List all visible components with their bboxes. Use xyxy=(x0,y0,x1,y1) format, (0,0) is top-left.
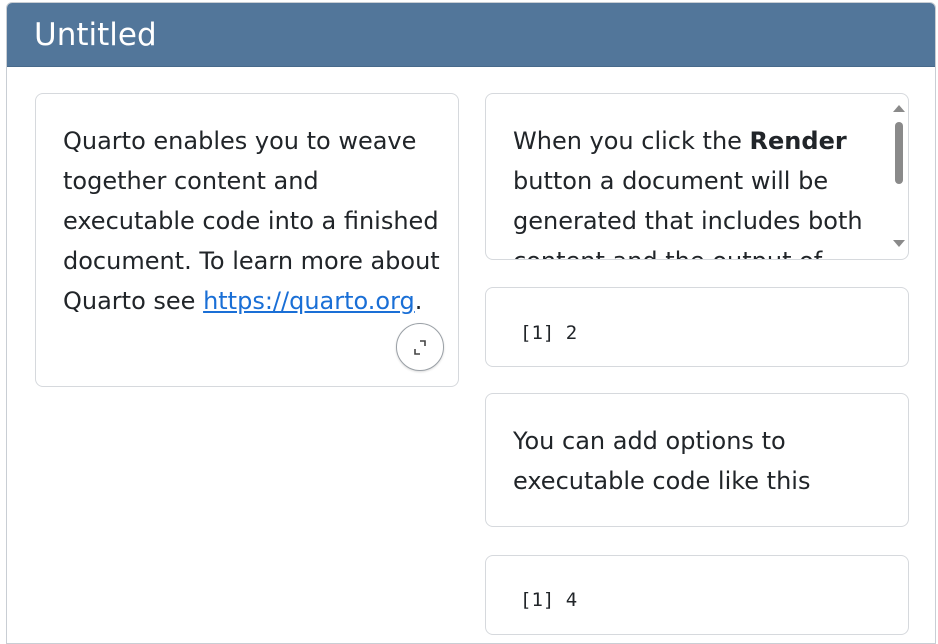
app-window: Untitled Quarto enables you to weave tog… xyxy=(6,2,936,644)
page-title: Untitled xyxy=(34,17,157,53)
intro-text: Quarto enables you to weave together con… xyxy=(63,121,443,321)
output-1-text: [1] 2 xyxy=(520,322,578,344)
intro-text-after-link: . xyxy=(414,287,423,315)
scroll-up-arrow-icon xyxy=(893,105,905,112)
expand-button[interactable] xyxy=(396,323,444,371)
scroll-thumb xyxy=(895,122,903,184)
intro-card: Quarto enables you to weave together con… xyxy=(35,93,459,387)
render-text: When you click the Render button a docum… xyxy=(513,121,883,259)
render-bold-label: Render xyxy=(749,127,847,155)
render-card-scrollbar[interactable] xyxy=(892,102,906,252)
options-text: You can add options to executable code l… xyxy=(513,427,811,495)
scroll-down-arrow-icon xyxy=(893,240,905,247)
render-text-before-bold: When you click the xyxy=(513,127,750,155)
render-text-after-bold: button a document will be generated that… xyxy=(513,167,863,259)
options-card: You can add options to executable code l… xyxy=(485,393,909,527)
quarto-link[interactable]: https://quarto.org xyxy=(203,287,415,315)
expand-icon xyxy=(414,340,426,355)
render-card[interactable]: When you click the Render button a docum… xyxy=(485,93,909,260)
output-card-1: [1] 2 xyxy=(485,287,909,367)
output-2-text: [1] 4 xyxy=(520,589,578,611)
output-card-2: [1] 4 xyxy=(485,555,909,635)
title-bar: Untitled xyxy=(7,3,935,67)
